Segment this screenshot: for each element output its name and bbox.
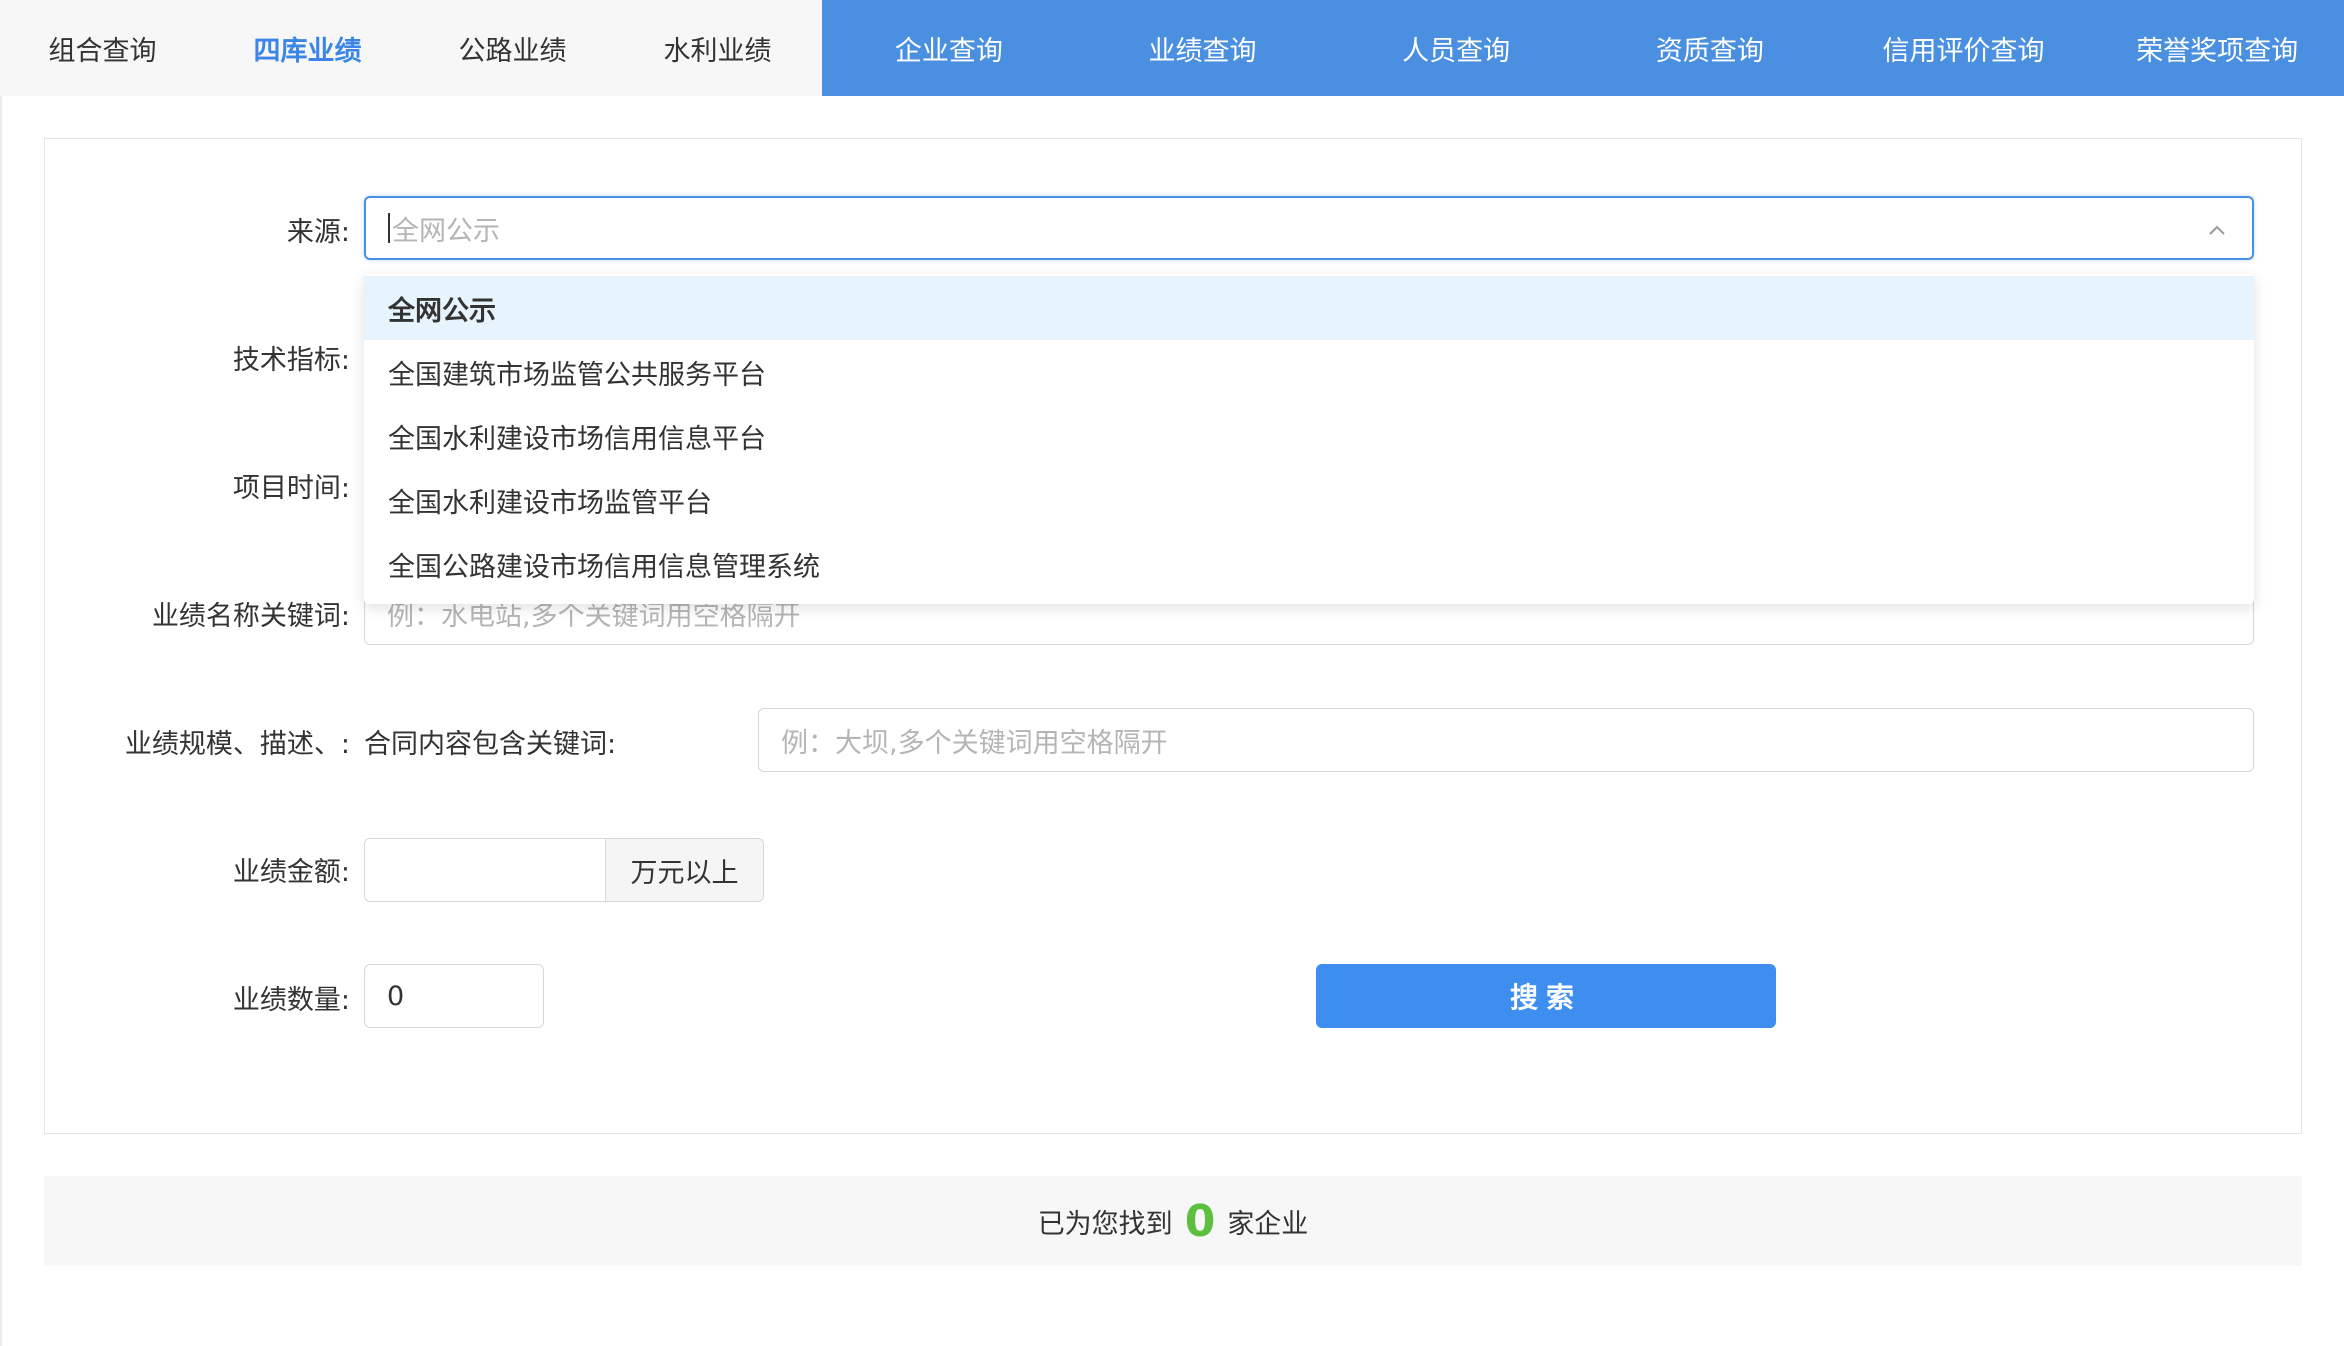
tab-water-performance[interactable]: 水利业绩 bbox=[615, 0, 820, 96]
project-time-label: 项目时间: bbox=[232, 473, 350, 504]
count-label: 业绩数量: bbox=[232, 985, 350, 1016]
tab-performance-query[interactable]: 业绩查询 bbox=[1076, 0, 1330, 96]
tab-four-library-performance[interactable]: 四库业绩 bbox=[205, 0, 410, 96]
tab-personnel-query[interactable]: 人员查询 bbox=[1329, 0, 1583, 96]
scale-keyword-placeholder: 例：大坝,多个关键词用空格隔开 bbox=[781, 727, 1168, 759]
source-option[interactable]: 全国公路建设市场信用信息管理系统 bbox=[364, 532, 2254, 596]
scale-label: 业绩规模、描述、: bbox=[124, 729, 350, 760]
source-select[interactable]: 全网公示 bbox=[364, 196, 2254, 260]
tab-company-query[interactable]: 企业查询 bbox=[822, 0, 1076, 96]
tab-credit-rating-query[interactable]: 信用评价查询 bbox=[1837, 0, 2091, 96]
source-option[interactable]: 全国建筑市场监管公共服务平台 bbox=[364, 340, 2254, 404]
tech-indicator-label: 技术指标: bbox=[232, 345, 350, 376]
text-cursor bbox=[388, 213, 390, 243]
keyword-label: 业绩名称关键词: bbox=[151, 601, 350, 632]
tab-honor-award-query[interactable]: 荣誉奖项查询 bbox=[2090, 0, 2344, 96]
amount-input[interactable] bbox=[364, 838, 606, 902]
count-input-value: 0 bbox=[387, 980, 405, 1012]
amount-label: 业绩金额: bbox=[232, 857, 350, 888]
top-tab-bar: 组合查询 四库业绩 公路业绩 水利业绩 企业查询 业绩查询 人员查询 资质查询 … bbox=[0, 0, 2344, 96]
source-option[interactable]: 全网公示 bbox=[364, 276, 2254, 340]
source-option[interactable]: 全国水利建设市场监管平台 bbox=[364, 468, 2254, 532]
tab-combined-query[interactable]: 组合查询 bbox=[0, 0, 205, 96]
source-option[interactable]: 全国水利建设市场信用信息平台 bbox=[364, 404, 2254, 468]
chevron-up-icon bbox=[2209, 225, 2225, 235]
result-count: 0 bbox=[1184, 1195, 1216, 1247]
source-select-placeholder: 全网公示 bbox=[392, 215, 500, 247]
count-input[interactable]: 0 bbox=[364, 964, 544, 1028]
result-suffix: 家企业 bbox=[1227, 1208, 1309, 1240]
source-dropdown-menu: 全网公示 全国建筑市场监管公共服务平台 全国水利建设市场信用信息平台 全国水利建… bbox=[364, 274, 2254, 604]
search-button[interactable]: 搜索 bbox=[1316, 964, 1776, 1028]
scale-sublabel: 合同内容包含关键词: bbox=[364, 729, 617, 760]
tabs-right-group: 企业查询 业绩查询 人员查询 资质查询 信用评价查询 荣誉奖项查询 bbox=[822, 0, 2344, 96]
result-prefix: 已为您找到 bbox=[1037, 1208, 1173, 1240]
tabs-left-group: 组合查询 四库业绩 公路业绩 水利业绩 bbox=[0, 0, 822, 96]
result-summary-bar: 已为您找到 0 家企业 bbox=[44, 1176, 2302, 1266]
scale-keyword-input[interactable]: 例：大坝,多个关键词用空格隔开 bbox=[758, 708, 2254, 772]
tab-qualification-query[interactable]: 资质查询 bbox=[1583, 0, 1837, 96]
tab-highway-performance[interactable]: 公路业绩 bbox=[410, 0, 615, 96]
amount-unit-addon: 万元以上 bbox=[606, 838, 764, 902]
source-label: 来源: bbox=[286, 217, 350, 248]
left-edge-divider bbox=[0, 96, 2, 1346]
